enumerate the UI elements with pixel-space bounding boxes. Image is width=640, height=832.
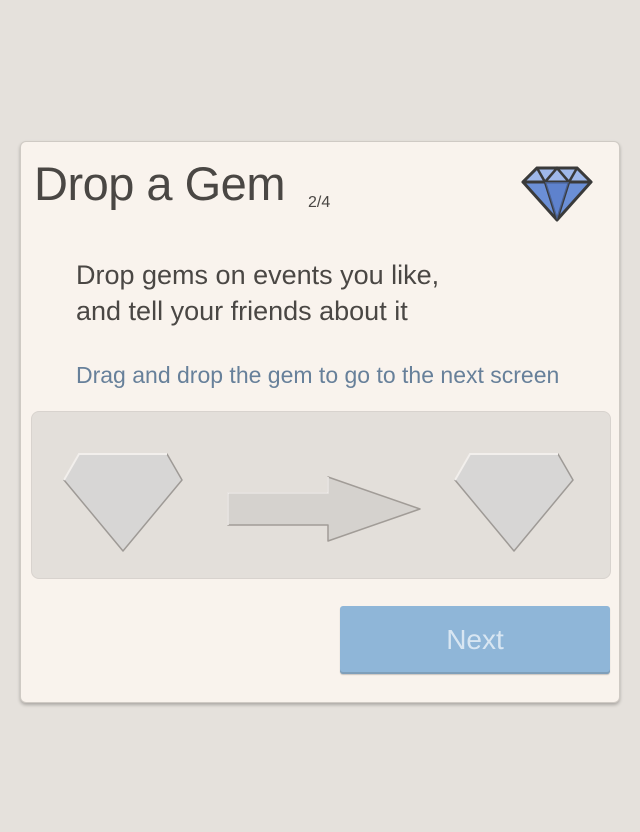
page-title: Drop a Gem [34, 157, 285, 210]
diamond-gem-icon [521, 166, 593, 222]
description: Drop gems on events you like, and tell y… [76, 257, 439, 329]
drag-drop-area [31, 411, 611, 579]
source-gem-slot-icon[interactable] [62, 452, 184, 552]
tutorial-card: Drop a Gem 2/4 Drop gems on events you l… [20, 141, 620, 703]
target-gem-slot-icon[interactable] [453, 452, 575, 552]
description-line-1: Drop gems on events you like, [76, 260, 440, 290]
drag-hint: Drag and drop the gem to go to the next … [76, 362, 560, 388]
arrow-right-icon [227, 476, 421, 542]
next-button[interactable]: Next [340, 606, 610, 674]
description-line-2: and tell your friends about it [76, 296, 408, 326]
step-indicator: 2/4 [308, 194, 331, 211]
